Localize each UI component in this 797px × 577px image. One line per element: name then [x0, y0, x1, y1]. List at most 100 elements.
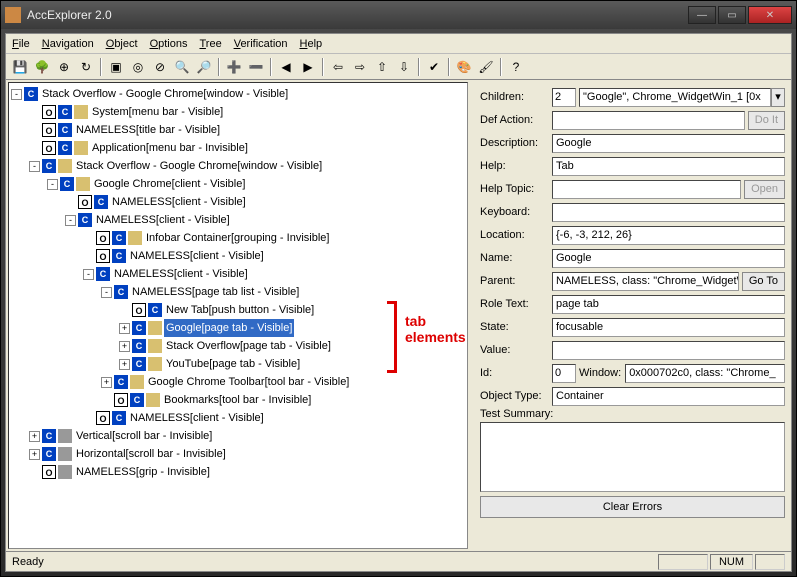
tree-label[interactable]: Google[page tab - Visible]: [164, 319, 294, 337]
tree-label[interactable]: NAMELESS[client - Visible]: [94, 211, 232, 229]
id-input[interactable]: [552, 364, 576, 383]
testsummary-box[interactable]: [480, 422, 785, 492]
tree-label[interactable]: Horizontal[scroll bar - Invisible]: [74, 445, 228, 463]
goto-button[interactable]: Go To: [742, 272, 785, 291]
titlebar[interactable]: AccExplorer 2.0 — ▭ ✕: [1, 1, 796, 29]
tree-row[interactable]: ONAMELESS[grip - Invisible]: [11, 463, 465, 481]
tree-label[interactable]: System[menu bar - Visible]: [90, 103, 225, 121]
toolbar-save-icon[interactable]: 💾: [10, 57, 30, 77]
toolbar-rect-in-icon[interactable]: ▣: [106, 57, 126, 77]
tree-row[interactable]: +CHorizontal[scroll bar - Invisible]: [11, 445, 465, 463]
toolbar-target-icon[interactable]: ⊕: [54, 57, 74, 77]
toolbar-find-next-icon[interactable]: 🔎: [194, 57, 214, 77]
tree-row[interactable]: OCNAMELESS[title bar - Visible]: [11, 121, 465, 139]
expand-icon[interactable]: +: [119, 359, 130, 370]
tree-row[interactable]: OCApplication[menu bar - Invisible]: [11, 139, 465, 157]
tree-row[interactable]: OCNAMELESS[client - Visible]: [11, 409, 465, 427]
tree-label[interactable]: NAMELESS[grip - Invisible]: [74, 463, 212, 481]
tree-label[interactable]: Bookmarks[tool bar - Invisible]: [162, 391, 313, 409]
tree-row[interactable]: +CGoogle Chrome Toolbar[tool bar - Visib…: [11, 373, 465, 391]
clearerrors-button[interactable]: Clear Errors: [480, 496, 785, 518]
tree-label[interactable]: Google Chrome Toolbar[tool bar - Visible…: [146, 373, 351, 391]
tree-label[interactable]: Google Chrome[client - Visible]: [92, 175, 247, 193]
toolbar-plus-icon[interactable]: ➕: [224, 57, 244, 77]
tree-label[interactable]: YouTube[page tab - Visible]: [164, 355, 302, 373]
tree-row[interactable]: +CVertical[scroll bar - Invisible]: [11, 427, 465, 445]
tree-row[interactable]: OCNew Tab[push button - Visible]: [11, 301, 465, 319]
maximize-button[interactable]: ▭: [718, 6, 746, 24]
close-button[interactable]: ✕: [748, 6, 792, 24]
minimize-button[interactable]: —: [688, 6, 716, 24]
toolbar-paint-icon[interactable]: 🖌: [476, 57, 496, 77]
splitter[interactable]: [470, 80, 474, 551]
tree-label[interactable]: Application[menu bar - Invisible]: [90, 139, 250, 157]
tree-pane[interactable]: tab elements -CStack Overflow - Google C…: [8, 82, 468, 549]
toolbar-cancel-icon[interactable]: ⊘: [150, 57, 170, 77]
toolbar[interactable]: 💾🌳⊕↻ ▣◎⊘🔍🔎 ➕➖ ◀▶ ⇦⇨⇧⇩ ✔ 🎨🖌?: [6, 54, 791, 80]
toolbar-palette-icon[interactable]: 🎨: [454, 57, 474, 77]
tree-row[interactable]: +CStack Overflow[page tab - Visible]: [11, 337, 465, 355]
expand-icon[interactable]: +: [119, 323, 130, 334]
expand-icon[interactable]: -: [65, 215, 76, 226]
tree-row[interactable]: -CNAMELESS[client - Visible]: [11, 211, 465, 229]
menu-help[interactable]: Help: [300, 38, 323, 50]
tree-row[interactable]: -CGoogle Chrome[client - Visible]: [11, 175, 465, 193]
toolbar-circle-icon[interactable]: ◎: [128, 57, 148, 77]
expand-icon[interactable]: +: [101, 377, 112, 388]
tree-label[interactable]: NAMELESS[title bar - Visible]: [74, 121, 222, 139]
toolbar-up-blue-icon[interactable]: ⇧: [372, 57, 392, 77]
tree-label[interactable]: Infobar Container[grouping - Invisible]: [144, 229, 331, 247]
toolbar-prev-yellow-icon[interactable]: ◀: [276, 57, 296, 77]
menubar[interactable]: File Navigation Object Options Tree Verificat…: [6, 34, 791, 54]
expand-icon[interactable]: -: [101, 287, 112, 298]
tree-label[interactable]: NAMELESS[client - Visible]: [110, 193, 248, 211]
expand-icon[interactable]: +: [29, 449, 40, 460]
tree-row[interactable]: +CGoogle[page tab - Visible]: [11, 319, 465, 337]
tree-row[interactable]: -CNAMELESS[page tab list - Visible]: [11, 283, 465, 301]
toolbar-left-blue-icon[interactable]: ⇦: [328, 57, 348, 77]
menu-navigation[interactable]: Navigation: [42, 38, 94, 50]
tree-label[interactable]: NAMELESS[client - Visible]: [128, 247, 266, 265]
tree-label[interactable]: New Tab[push button - Visible]: [164, 301, 316, 319]
children-count-input[interactable]: [552, 88, 576, 107]
menu-object[interactable]: Object: [106, 38, 138, 50]
tree-label[interactable]: NAMELESS[client - Visible]: [112, 265, 250, 283]
tree-row[interactable]: -CStack Overflow - Google Chrome[window …: [11, 85, 465, 103]
tree-label[interactable]: NAMELESS[client - Visible]: [128, 409, 266, 427]
tree-label[interactable]: NAMELESS[page tab list - Visible]: [130, 283, 301, 301]
tree-row[interactable]: OCNAMELESS[client - Visible]: [11, 247, 465, 265]
expand-icon[interactable]: -: [47, 179, 58, 190]
expand-icon[interactable]: +: [119, 341, 130, 352]
tree-row[interactable]: OCNAMELESS[client - Visible]: [11, 193, 465, 211]
menu-file[interactable]: File: [12, 38, 30, 50]
children-dropdown-icon[interactable]: ▾: [771, 88, 785, 107]
expand-icon[interactable]: -: [11, 89, 22, 100]
menu-tree[interactable]: Tree: [199, 38, 221, 50]
children-value[interactable]: "Google", Chrome_WidgetWin_1 [0x: [579, 88, 771, 107]
menu-verification[interactable]: Verification: [234, 38, 288, 50]
doit-button[interactable]: Do It: [748, 111, 785, 130]
toolbar-minus-icon[interactable]: ➖: [246, 57, 266, 77]
tree-row[interactable]: -CNAMELESS[client - Visible]: [11, 265, 465, 283]
tree-label[interactable]: Stack Overflow - Google Chrome[window - …: [40, 85, 290, 103]
toolbar-find-icon[interactable]: 🔍: [172, 57, 192, 77]
tree-row[interactable]: OCInfobar Container[grouping - Invisible…: [11, 229, 465, 247]
expand-icon[interactable]: -: [83, 269, 94, 280]
tree-label[interactable]: Stack Overflow - Google Chrome[window - …: [74, 157, 324, 175]
toolbar-next-yellow-icon[interactable]: ▶: [298, 57, 318, 77]
toolbar-help-icon[interactable]: ?: [506, 57, 526, 77]
tree-row[interactable]: -CStack Overflow - Google Chrome[window …: [11, 157, 465, 175]
tree-label[interactable]: Vertical[scroll bar - Invisible]: [74, 427, 214, 445]
toolbar-refresh-icon[interactable]: ↻: [76, 57, 96, 77]
tree-row[interactable]: +CYouTube[page tab - Visible]: [11, 355, 465, 373]
toolbar-tree-icon[interactable]: 🌳: [32, 57, 52, 77]
open-button[interactable]: Open: [744, 180, 785, 199]
expand-icon[interactable]: +: [29, 431, 40, 442]
toolbar-check-icon[interactable]: ✔: [424, 57, 444, 77]
toolbar-down-blue-icon[interactable]: ⇩: [394, 57, 414, 77]
tree-row[interactable]: OCBookmarks[tool bar - Invisible]: [11, 391, 465, 409]
menu-options[interactable]: Options: [150, 38, 188, 50]
tree-row[interactable]: OCSystem[menu bar - Visible]: [11, 103, 465, 121]
tree-label[interactable]: Stack Overflow[page tab - Visible]: [164, 337, 333, 355]
toolbar-right-blue-icon[interactable]: ⇨: [350, 57, 370, 77]
